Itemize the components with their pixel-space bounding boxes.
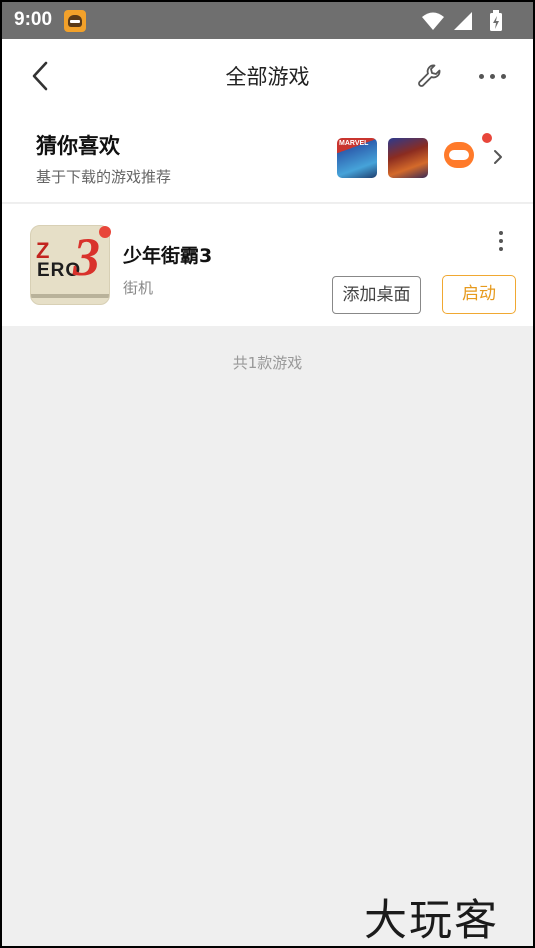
app-screen: 9:00 全部游戏 猜你喜欢 基于下载的游戏推荐 MARVEL Z ERO 3 … bbox=[0, 0, 535, 948]
start-game-button[interactable]: 启动 bbox=[442, 275, 516, 314]
game-icon[interactable]: Z ERO 3 bbox=[30, 225, 110, 305]
wrench-icon[interactable] bbox=[415, 61, 445, 91]
game-name: 少年街霸3 bbox=[123, 245, 213, 267]
dot-icon bbox=[499, 231, 503, 235]
new-badge bbox=[482, 133, 492, 143]
add-to-desktop-button[interactable]: 添加桌面 bbox=[332, 276, 421, 314]
app-notification-icon bbox=[64, 10, 86, 32]
page-title: 全部游戏 bbox=[225, 65, 310, 89]
status-time: 9:00 bbox=[14, 9, 53, 30]
game-list-item[interactable]: Z ERO 3 少年街霸3 街机 添加桌面 启动 bbox=[2, 204, 533, 326]
thumbnail-label: MARVEL bbox=[339, 140, 369, 147]
dot-icon bbox=[479, 74, 484, 79]
dot-icon bbox=[501, 74, 506, 79]
battery-charging-icon bbox=[490, 10, 502, 31]
dot-icon bbox=[490, 74, 495, 79]
dot-icon bbox=[499, 247, 503, 251]
game-thumbnail-fighter[interactable] bbox=[388, 138, 428, 178]
game-new-badge bbox=[99, 226, 111, 238]
game-thumbnail-gamepad[interactable] bbox=[439, 138, 479, 178]
game-category: 街机 bbox=[123, 279, 154, 297]
chevron-right-icon[interactable] bbox=[491, 148, 505, 166]
top-app-bar: 全部游戏 bbox=[2, 39, 533, 113]
status-bar: 9:00 bbox=[2, 2, 533, 39]
more-options-button[interactable] bbox=[476, 67, 508, 85]
game-more-button[interactable] bbox=[495, 230, 507, 254]
recommendation-title: 猜你喜欢 bbox=[36, 134, 120, 158]
recommendation-banner[interactable]: 猜你喜欢 基于下载的游戏推荐 MARVEL bbox=[2, 113, 533, 203]
recommendation-subtitle: 基于下载的游戏推荐 bbox=[36, 168, 172, 186]
status-icons bbox=[413, 10, 503, 32]
game-count: 共1款游戏 bbox=[232, 354, 303, 372]
signal-icon bbox=[454, 12, 472, 30]
watermark-logo: 大玩客 bbox=[364, 896, 499, 946]
dot-icon bbox=[499, 239, 503, 243]
wifi-icon bbox=[422, 12, 444, 30]
game-thumbnail-marvel[interactable]: MARVEL bbox=[337, 138, 377, 178]
